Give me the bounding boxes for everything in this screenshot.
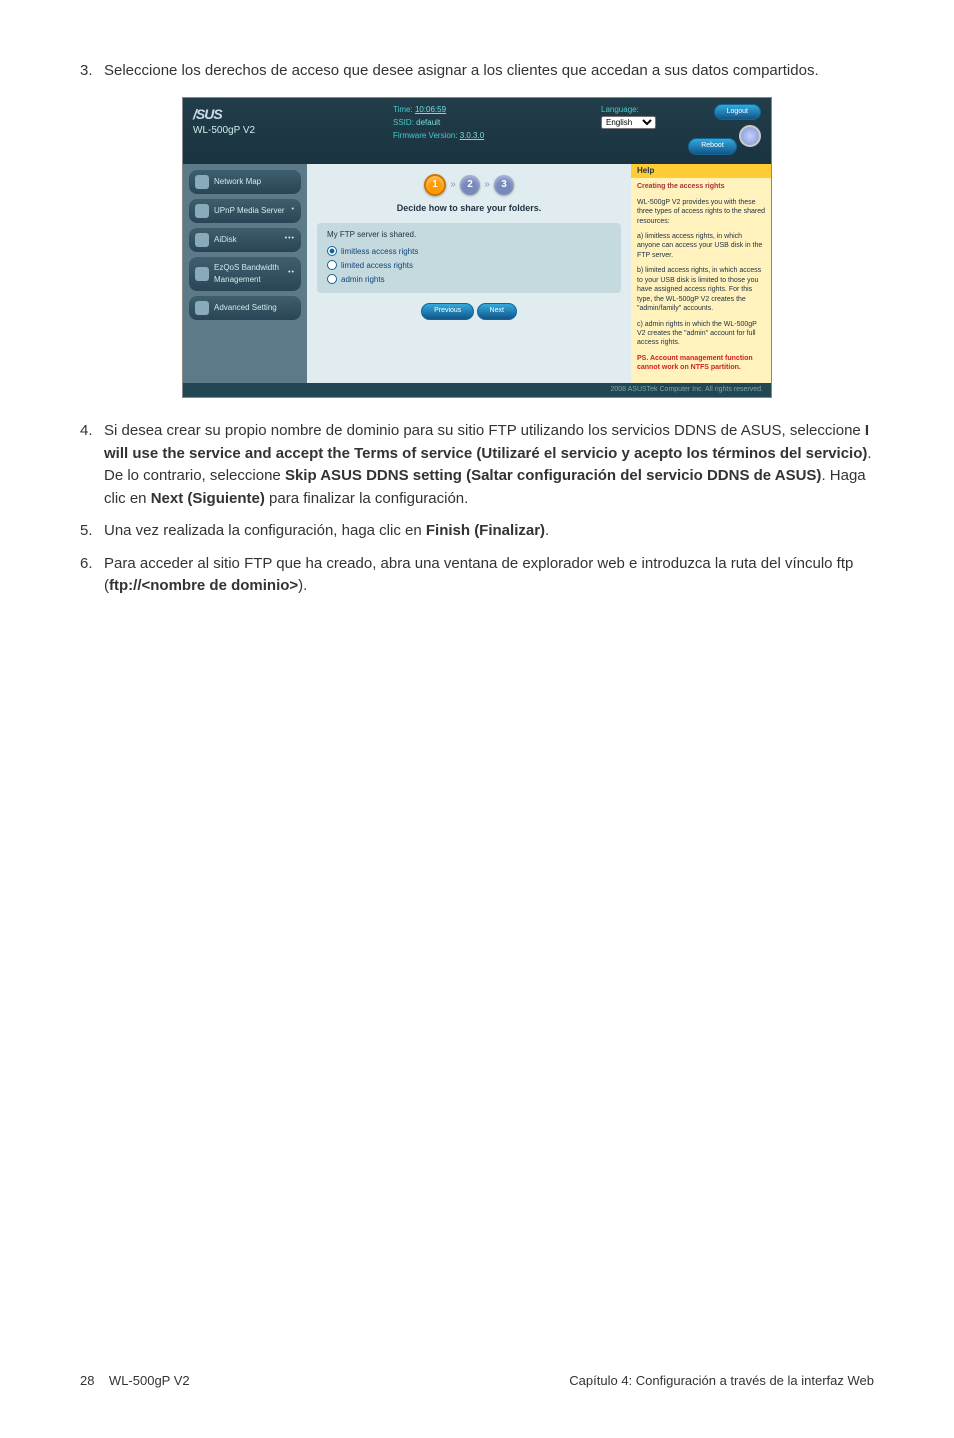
sidebar-label: Network Map <box>214 176 261 188</box>
model-text: WL-500gP V2 <box>193 123 313 138</box>
wizard-nav: Previous Next <box>317 303 621 323</box>
radio-limited[interactable]: limited access rights <box>327 259 611 273</box>
help-body: Creating the access rights WL-500gP V2 p… <box>631 178 771 382</box>
language-area: Language: English <box>601 104 681 129</box>
help-header: Help <box>631 164 771 179</box>
footer-chapter: Capítulo 4: Configuración a través de la… <box>569 1371 874 1391</box>
language-select[interactable]: English <box>601 116 656 129</box>
brand-text: /SUS <box>193 104 313 125</box>
step6-b1: ftp://<nombre de dominio> <box>109 577 298 594</box>
step5-num: 5. <box>80 520 104 543</box>
network-map-icon <box>195 175 209 189</box>
router-sidebar: Network Map UPnP Media Server • AiDisk •… <box>183 164 307 383</box>
sidebar-label: Advanced Setting <box>214 302 277 314</box>
aidisk-icon <box>195 233 209 247</box>
wizard-step-1[interactable]: 1 <box>424 174 446 196</box>
time-value: 10:06:59 <box>415 105 446 114</box>
wizard-title: Decide how to share your folders. <box>317 202 621 216</box>
wizard-step-2[interactable]: 2 <box>460 175 480 195</box>
router-info: Time: 10:06:59 SSID: default Firmware Ve… <box>313 104 601 143</box>
step4-b2: Skip ASUS DDNS setting (Saltar configura… <box>285 467 822 484</box>
sidebar-item-ezqos[interactable]: EzQoS Bandwidth Management •• <box>189 257 301 291</box>
sidebar-dots: • <box>292 205 295 216</box>
wizard-steps: 1 » 2 » 3 <box>317 174 621 196</box>
radio-admin[interactable]: admin rights <box>327 273 611 287</box>
wizard-panel: My FTP server is shared. limitless acces… <box>317 223 621 293</box>
page-footer: 28 WL-500gP V2 Capítulo 4: Configuración… <box>80 1371 874 1391</box>
router-screenshot: /SUS WL-500gP V2 Time: 10:06:59 SSID: de… <box>182 97 772 399</box>
help-ps: PS. Account management function cannot w… <box>637 354 765 373</box>
next-button[interactable]: Next <box>477 303 517 320</box>
sidebar-dots: ••• <box>285 234 295 245</box>
advanced-icon <box>195 301 209 315</box>
sidebar-label: AiDisk <box>214 234 237 246</box>
help-title: Creating the access rights <box>637 183 725 190</box>
help-panel: Help Creating the access rights WL-500gP… <box>631 164 771 383</box>
fw-value: 3.0.3.0 <box>460 131 484 140</box>
step3-num: 3. <box>80 60 104 83</box>
step6-num: 6. <box>80 553 104 598</box>
doc-steps: 3. Seleccione los derechos de acceso que… <box>80 60 874 83</box>
ezqos-icon <box>195 267 209 281</box>
step4-body: Si desea crear su propio nombre de domin… <box>104 420 874 510</box>
time-label: Time: <box>393 105 413 114</box>
sidebar-item-network-map[interactable]: Network Map <box>189 170 301 194</box>
step4-num: 4. <box>80 420 104 510</box>
chevron-icon: » <box>484 179 490 190</box>
sidebar-dots: •• <box>288 268 295 279</box>
sidebar-item-aidisk[interactable]: AiDisk ••• <box>189 228 301 252</box>
sidebar-label: EzQoS Bandwidth Management <box>214 262 283 286</box>
step6-body: Para acceder al sitio FTP que ha creado,… <box>104 553 874 598</box>
ssid-label: SSID: <box>393 118 414 127</box>
header-actions: Logout Reboot <box>681 104 761 158</box>
wizard-step-3[interactable]: 3 <box>494 175 514 195</box>
previous-button[interactable]: Previous <box>421 303 474 320</box>
router-logo: /SUS WL-500gP V2 <box>193 104 313 138</box>
panel-title: My FTP server is shared. <box>327 229 611 241</box>
ssid-value: default <box>416 118 440 127</box>
globe-icon <box>739 125 761 147</box>
upnp-icon <box>195 204 209 218</box>
page-number: 28 <box>80 1373 94 1388</box>
sidebar-label: UPnP Media Server <box>214 205 285 217</box>
help-a: a) limitless access rights, in which any… <box>637 232 765 260</box>
help-c: c) admin rights in which the WL-500gP V2… <box>637 320 765 348</box>
sidebar-item-upnp[interactable]: UPnP Media Server • <box>189 199 301 223</box>
logout-button[interactable]: Logout <box>714 104 761 121</box>
sidebar-item-advanced[interactable]: Advanced Setting <box>189 296 301 320</box>
step4-b3: Next (Siguiente) <box>151 490 265 507</box>
router-header: /SUS WL-500gP V2 Time: 10:06:59 SSID: de… <box>183 98 771 164</box>
radio-limitless[interactable]: limitless access rights <box>327 245 611 259</box>
chevron-icon: » <box>450 179 456 190</box>
step3-text: Seleccione los derechos de acceso que de… <box>104 60 874 83</box>
footer-model: WL-500gP V2 <box>109 1373 190 1388</box>
router-footer: 2008 ASUSTek Computer Inc. All rights re… <box>183 383 771 398</box>
language-label: Language: <box>601 104 681 116</box>
doc-steps-cont: 4. Si desea crear su propio nombre de do… <box>80 420 874 598</box>
router-main: 1 » 2 » 3 Decide how to share your folde… <box>307 164 631 383</box>
fw-label: Firmware Version: <box>393 131 457 140</box>
reboot-button[interactable]: Reboot <box>688 138 737 155</box>
step5-b1: Finish (Finalizar) <box>426 522 545 539</box>
step5-body: Una vez realizada la configuración, haga… <box>104 520 874 543</box>
help-p1: WL-500gP V2 provides you with these thre… <box>637 198 765 226</box>
help-b: b) limited access rights, in which acces… <box>637 266 765 313</box>
router-body: Network Map UPnP Media Server • AiDisk •… <box>183 164 771 383</box>
